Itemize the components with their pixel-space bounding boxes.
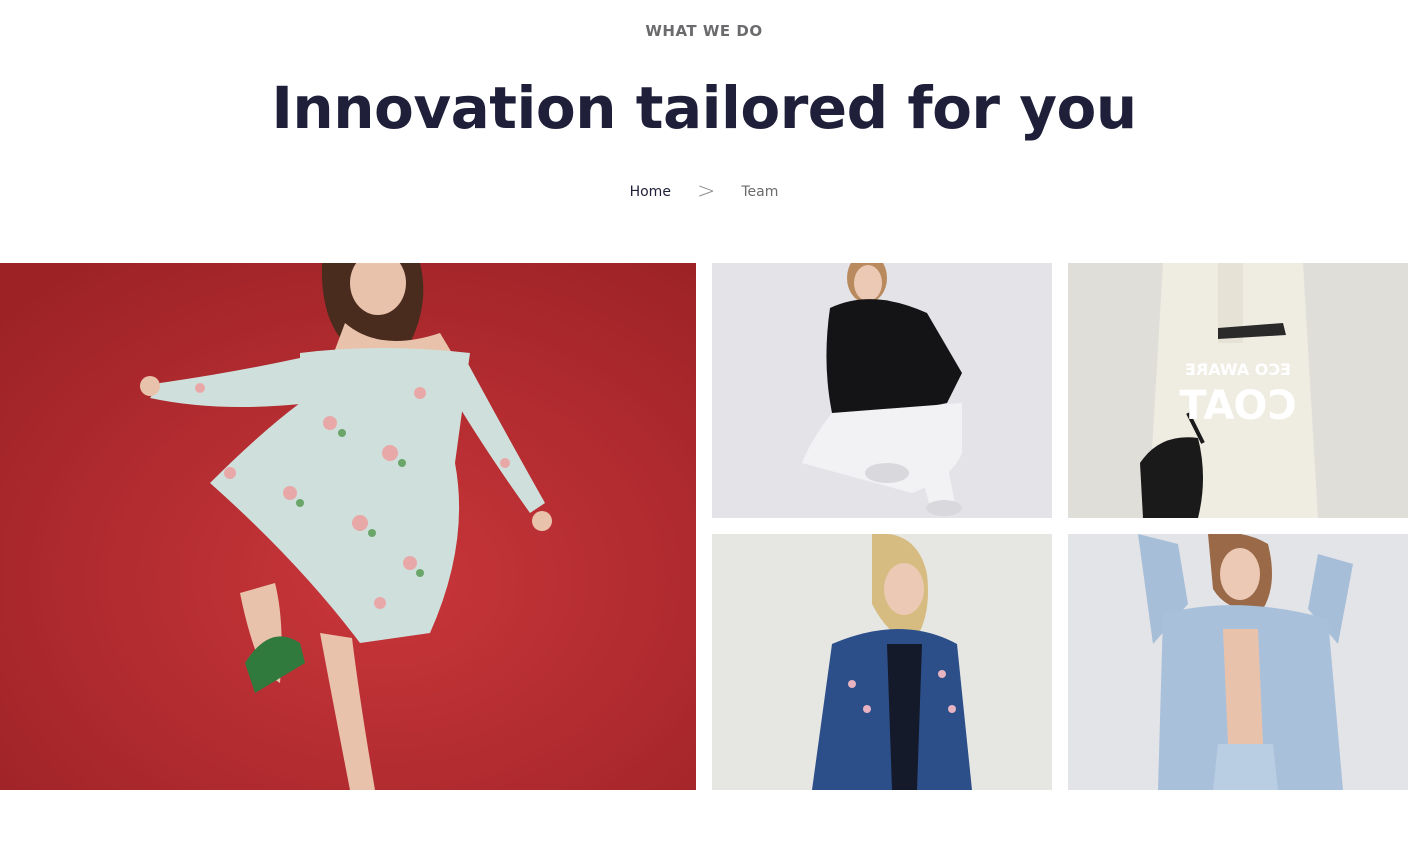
gallery-image-black-hoodie[interactable] — [712, 263, 1052, 518]
gallery-image-dark-denim[interactable] — [712, 534, 1052, 790]
coat-overlay-line1: ECO AWARE — [1185, 360, 1291, 379]
section-eyebrow: WHAT WE DO — [645, 22, 763, 40]
coat-overlay-line2: COAT — [1179, 383, 1297, 429]
breadcrumb: Home > Team — [0, 179, 1408, 204]
gallery-image-floral-dress[interactable] — [0, 263, 696, 790]
image-gallery: ECO AWARE COAT — [0, 263, 1408, 790]
breadcrumb-separator: > — [696, 179, 716, 204]
gallery-image-eco-aware-coat[interactable]: ECO AWARE COAT — [1068, 263, 1408, 518]
gallery-image-light-denim[interactable] — [1068, 534, 1408, 790]
breadcrumb-current: Team — [741, 184, 779, 200]
page-title: Innovation tailored for you — [271, 74, 1137, 142]
breadcrumb-home-link[interactable]: Home — [630, 184, 671, 200]
